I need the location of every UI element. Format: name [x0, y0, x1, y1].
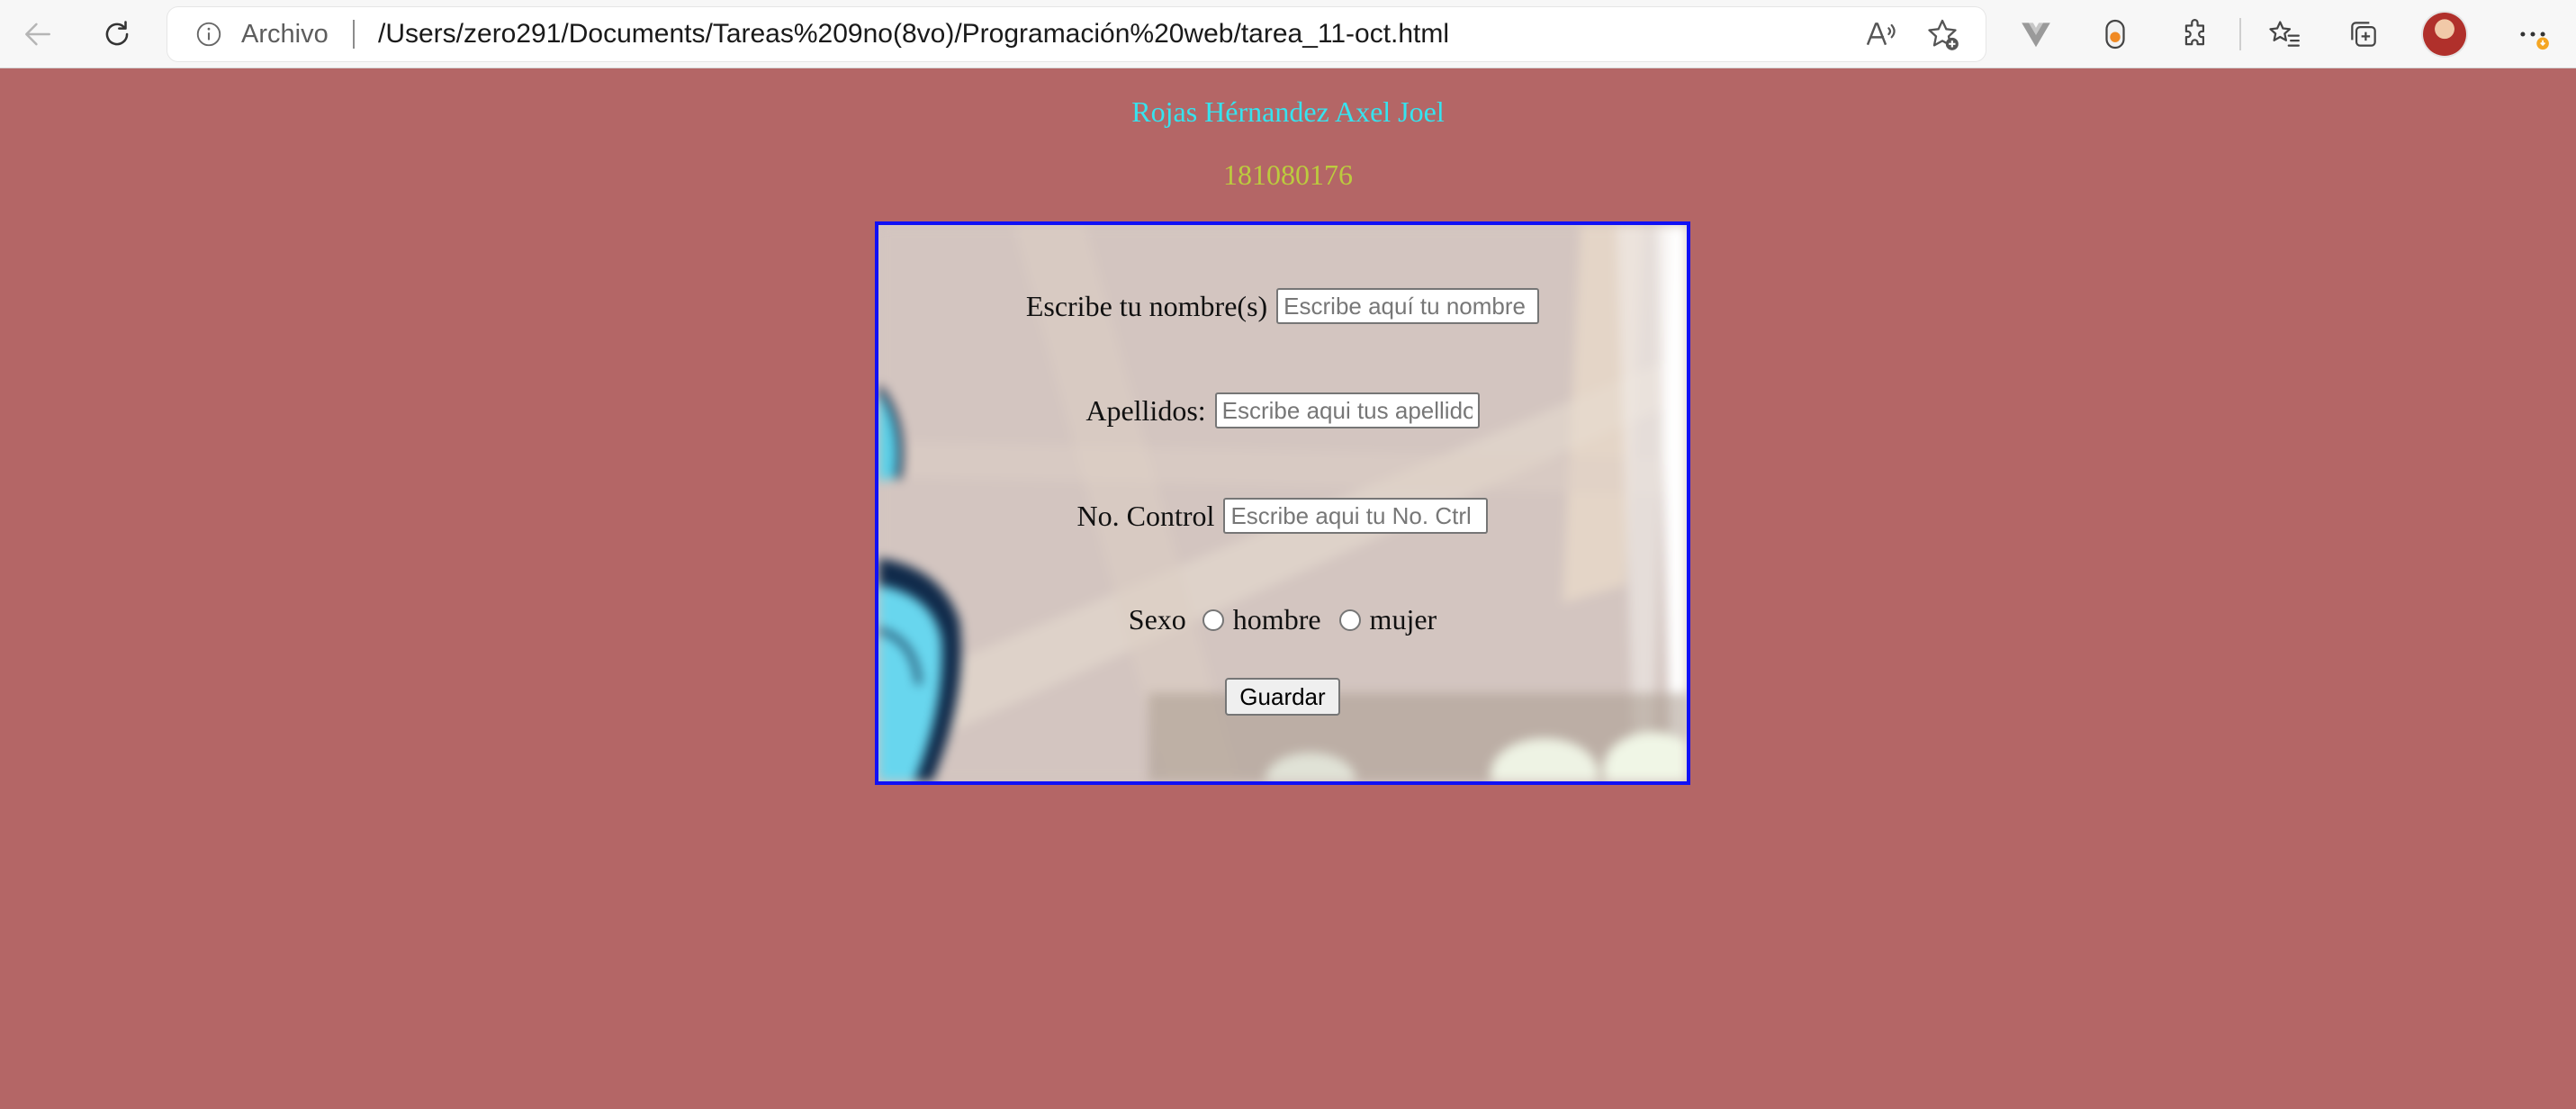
nombre-input[interactable] [1276, 288, 1540, 324]
extension-icon[interactable] [2094, 13, 2137, 56]
sexo-label: Sexo [1128, 603, 1186, 636]
nombre-label: Escribe tu nombre(s) [1025, 289, 1268, 322]
address-bar[interactable]: Archivo /Users/zero291/Documents/Tareas%… [167, 7, 1986, 61]
toolbar-divider [2239, 18, 2241, 50]
sexo-row: Sexo hombre mujer [878, 603, 1687, 636]
read-aloud-icon[interactable] [1863, 16, 1899, 52]
settings-more-icon[interactable] [2511, 13, 2554, 56]
browser-toolbar: Archivo /Users/zero291/Documents/Tareas%… [0, 0, 2576, 68]
address-site-label: Archivo [241, 20, 329, 49]
collections-icon[interactable] [2342, 13, 2385, 56]
apellidos-label: Apellidos: [1085, 393, 1206, 427]
radio-mujer[interactable] [1338, 609, 1361, 631]
reload-icon[interactable] [95, 13, 139, 56]
nombre-row: Escribe tu nombre(s) [878, 288, 1687, 324]
back-icon[interactable] [16, 13, 59, 56]
vue-extension-icon[interactable] [2014, 13, 2058, 56]
puzzle-extensions-icon[interactable] [2175, 13, 2218, 56]
save-row: Guardar [878, 678, 1687, 716]
form-container: Escribe tu nombre(s) Apellidos: No. Cont… [875, 221, 1690, 785]
profile-avatar[interactable] [2423, 13, 2466, 56]
apellidos-row: Apellidos: [878, 392, 1687, 428]
apellidos-input[interactable] [1214, 392, 1480, 428]
student-name: Rojas Hérnandez Axel Joel [1131, 95, 1445, 128]
address-separator [353, 20, 355, 49]
option-hombre-label: hombre [1232, 603, 1321, 636]
radio-hombre[interactable] [1202, 609, 1224, 631]
option-mujer-label: mujer [1369, 603, 1437, 636]
info-icon[interactable] [196, 22, 221, 47]
url-text[interactable]: /Users/zero291/Documents/Tareas%209no(8v… [378, 7, 1449, 61]
save-button[interactable]: Guardar [1225, 678, 1340, 716]
control-number: 181080176 [1223, 158, 1353, 191]
control-label: No. Control [1076, 499, 1215, 532]
favorites-icon[interactable] [2263, 13, 2306, 56]
control-input[interactable] [1223, 498, 1489, 534]
add-favorite-icon[interactable] [1924, 16, 1960, 52]
control-row: No. Control [878, 498, 1687, 534]
